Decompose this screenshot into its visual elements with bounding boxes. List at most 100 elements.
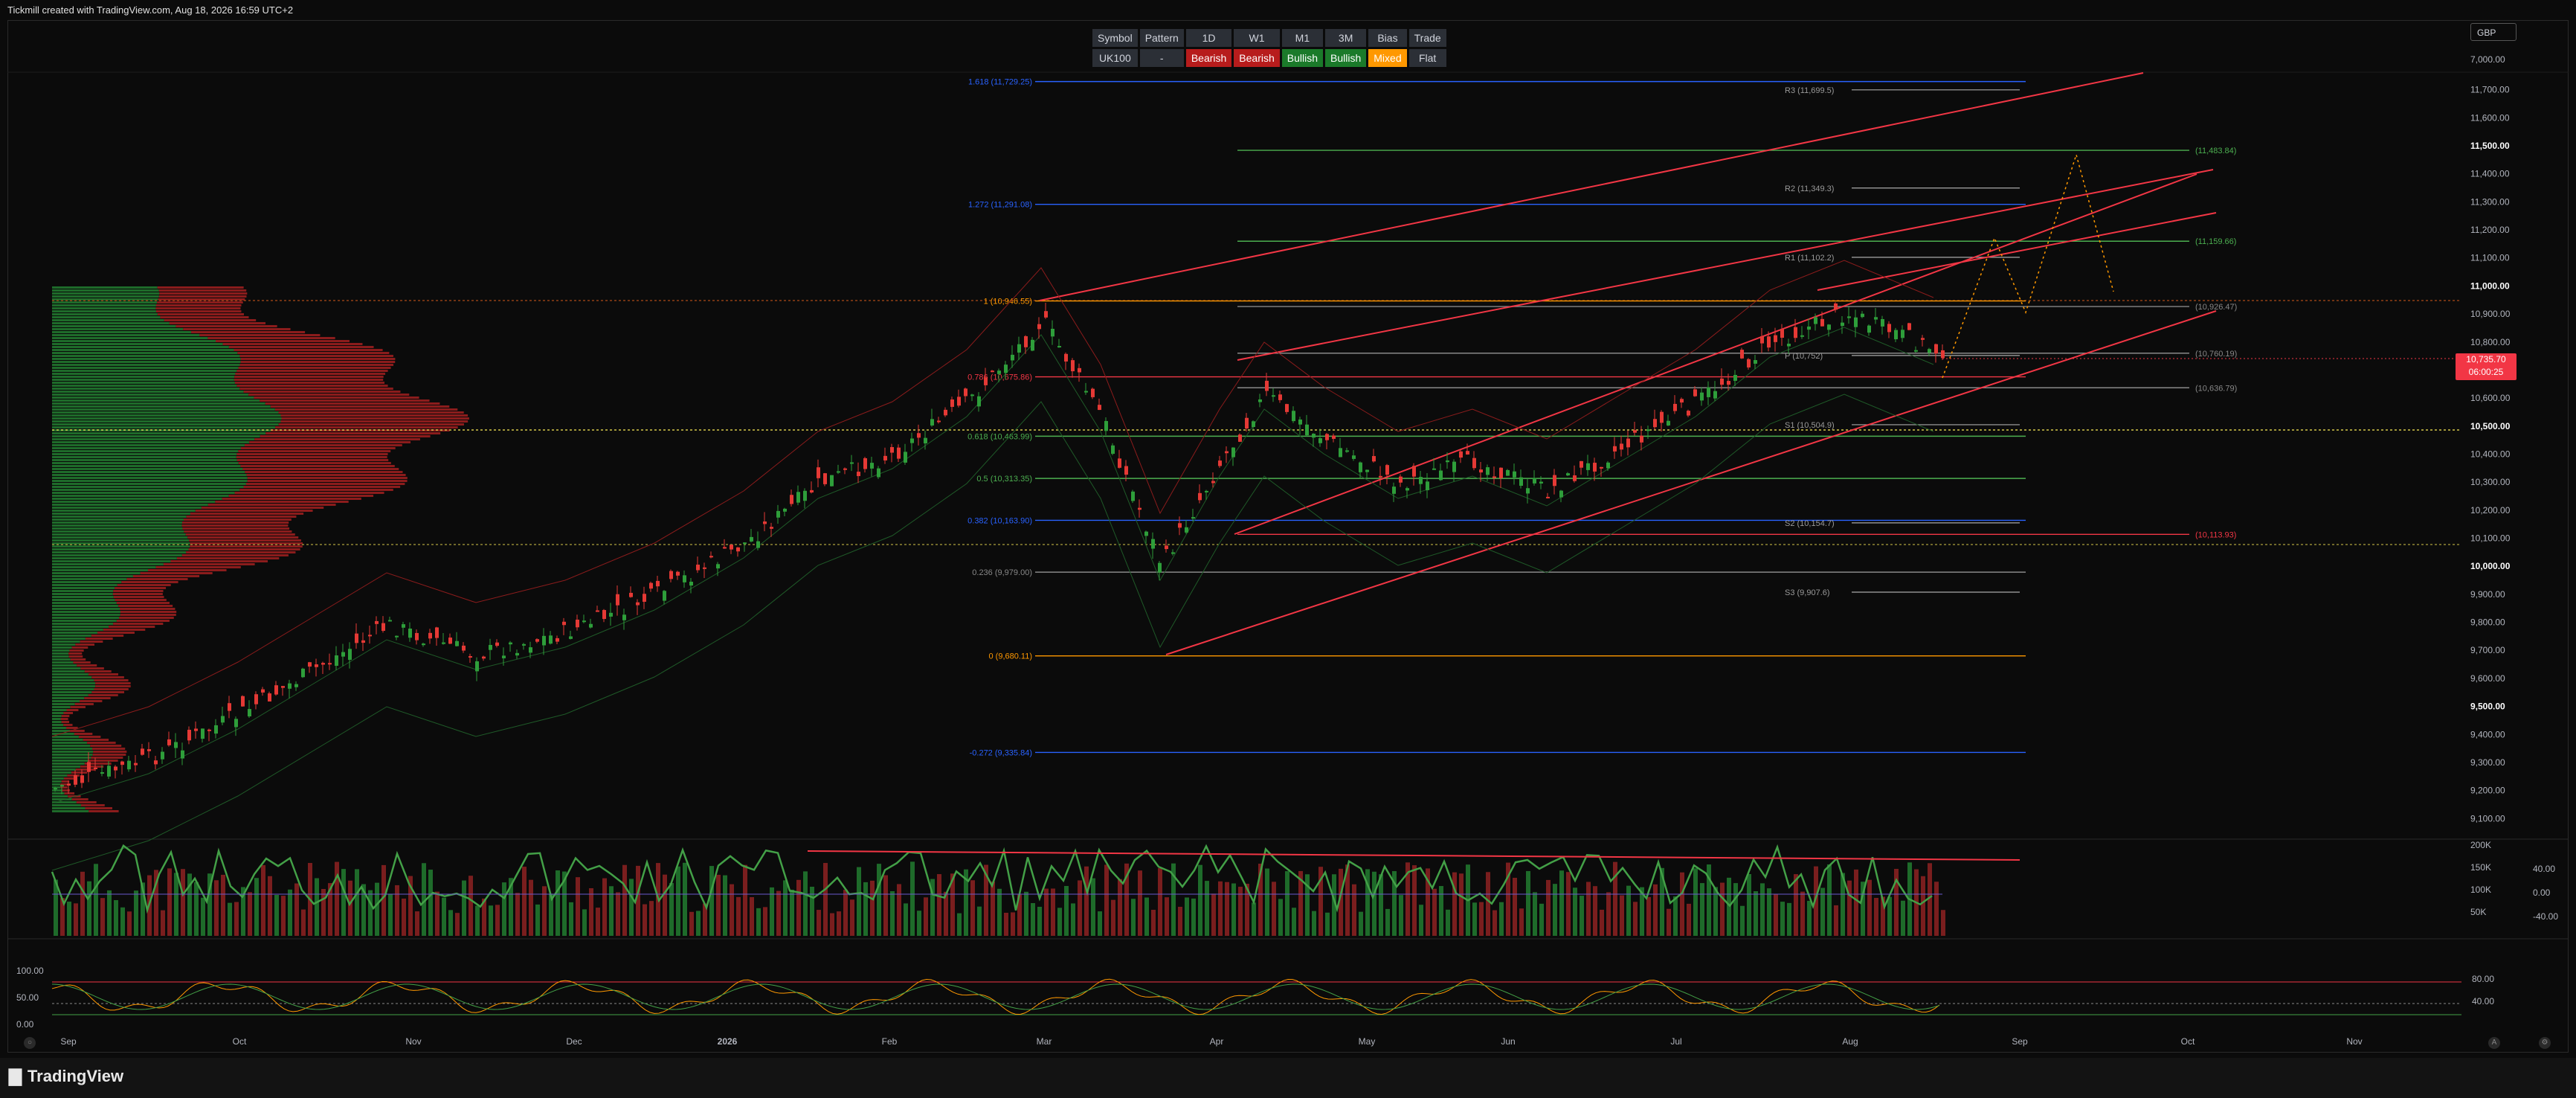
volume-profile-bar-up (52, 435, 260, 437)
volume-profile-bar-up (52, 682, 96, 684)
volume-profile-bar-down (91, 676, 124, 678)
volume-profile-bar-up (52, 465, 241, 467)
footer-bar (0, 1058, 2576, 1098)
volume-profile-bar-down (235, 373, 386, 375)
volume-bar (823, 863, 828, 936)
currency-selector[interactable]: GBP (2470, 23, 2517, 41)
candle-body (1004, 365, 1008, 373)
fib-level-label: 0.618 (10,463.99) (967, 432, 1032, 441)
auto-scale-icon[interactable]: A (2488, 1037, 2500, 1049)
volume-profile-bar-up (52, 510, 196, 512)
volume-bar (442, 897, 446, 936)
candle-body (790, 495, 793, 504)
volume-profile-bar-down (103, 629, 146, 631)
volume-profile-bar-up (52, 462, 239, 464)
volume-profile-bar-down (186, 551, 296, 553)
target-label: (10,926.47) (2195, 303, 2237, 312)
volume-profile-bar-up (52, 408, 275, 411)
volume-profile-bar-up (52, 608, 120, 610)
volume-profile-bar-up (52, 411, 279, 414)
candle-body (997, 370, 1001, 374)
volume-profile-bar-up (52, 581, 122, 583)
volume-profile-bar-up (52, 774, 68, 777)
volume-profile-bar-down (280, 420, 468, 423)
candle-body (147, 749, 151, 751)
candle-body (67, 783, 71, 786)
volume-profile-bar-up (52, 596, 114, 598)
volume-bar (435, 891, 439, 936)
volume-profile-bar-up (52, 471, 245, 473)
timezone-icon[interactable]: ○ (24, 1037, 36, 1049)
volume-profile-bar-up (52, 620, 117, 622)
volume-bar (1211, 893, 1216, 936)
candle-body (723, 547, 727, 549)
volume-profile-bar-up (52, 405, 271, 408)
volume-bar (181, 869, 185, 936)
volume-bar (1620, 895, 1624, 936)
volume-bar (1874, 898, 1878, 936)
price-axis-label: 10,500.00 (2470, 421, 2511, 431)
candle-body (1051, 328, 1054, 337)
volume-profile-bar-down (71, 771, 88, 774)
candle-body (1439, 470, 1443, 481)
volume-profile-bar-up (52, 748, 93, 750)
candle-body (576, 619, 579, 628)
tradingview-logo[interactable]: ▇ TradingView (9, 1067, 123, 1086)
signal-value-trade: Flat (1408, 49, 1446, 67)
candle-body (1385, 465, 1389, 475)
time-axis-label: Nov (2346, 1036, 2362, 1047)
volume-profile-bar-down (119, 617, 174, 619)
candle-body (1037, 324, 1041, 330)
volume-profile-bar-down (182, 521, 289, 524)
volume-profile-bar-down (116, 620, 170, 622)
volume-profile-bar-down (234, 492, 384, 494)
volume-profile-bar-down (88, 673, 119, 675)
candle-body (1633, 430, 1637, 433)
volume-profile-bar-down (234, 382, 385, 384)
candle-body (1218, 460, 1222, 466)
volume-bar (1144, 897, 1149, 936)
oscillator-axis-label: -40.00 (2533, 911, 2558, 922)
volume-profile-bar-down (188, 548, 300, 550)
candle-body (395, 635, 399, 638)
volume-bar (1057, 908, 1062, 936)
signal-value-pattern: - (1139, 49, 1184, 67)
volume-profile-bar-down (88, 810, 119, 812)
volume-bar (1098, 911, 1102, 936)
volume-bar (1104, 864, 1109, 936)
candle-body (716, 564, 720, 569)
volume-profile-bar-down (76, 801, 97, 803)
candle-body (1727, 381, 1730, 385)
volume-bar (1385, 908, 1390, 936)
volume-profile-bar-down (242, 468, 399, 470)
signal-header-cell: 3M (1325, 29, 1367, 47)
volume-profile-bar-up (52, 367, 239, 369)
volume-profile-bar-down (155, 566, 241, 568)
candle-body (308, 662, 312, 667)
volume-profile-bar-up (52, 361, 241, 363)
volume-profile-bar-up (52, 325, 176, 327)
volume-profile-bar-down (244, 444, 402, 446)
volume-profile-bar-down (183, 518, 292, 521)
volume-profile-bar-up (52, 792, 65, 794)
volume-profile-bar-up (52, 575, 133, 577)
signal-header-cell: W1 (1234, 29, 1280, 47)
volume-profile-bar-up (52, 322, 170, 324)
volume-profile-bar-down (236, 385, 388, 387)
volume-bar (87, 881, 91, 936)
volume-profile-bar-up (52, 352, 238, 354)
volume-profile-bar-up (52, 635, 91, 637)
volume-profile-bar-down (67, 774, 80, 777)
volume-profile-bar-down (190, 513, 304, 515)
volume-bar (1225, 882, 1229, 936)
candle-body (1513, 471, 1516, 478)
candle-body (984, 377, 988, 385)
volume-profile-bar-up (52, 548, 189, 550)
settings-gear-icon[interactable]: ⚙ (2539, 1037, 2551, 1049)
channel-line (1237, 169, 2214, 361)
candle-body (924, 437, 927, 444)
volume-profile-bar-up (52, 373, 236, 375)
candle-body (1907, 323, 1911, 330)
chart-canvas[interactable]: 7,000.00 11,700.00 11,600.00 11,500.00 11,40… (0, 0, 2576, 1098)
candle-body (221, 716, 225, 723)
